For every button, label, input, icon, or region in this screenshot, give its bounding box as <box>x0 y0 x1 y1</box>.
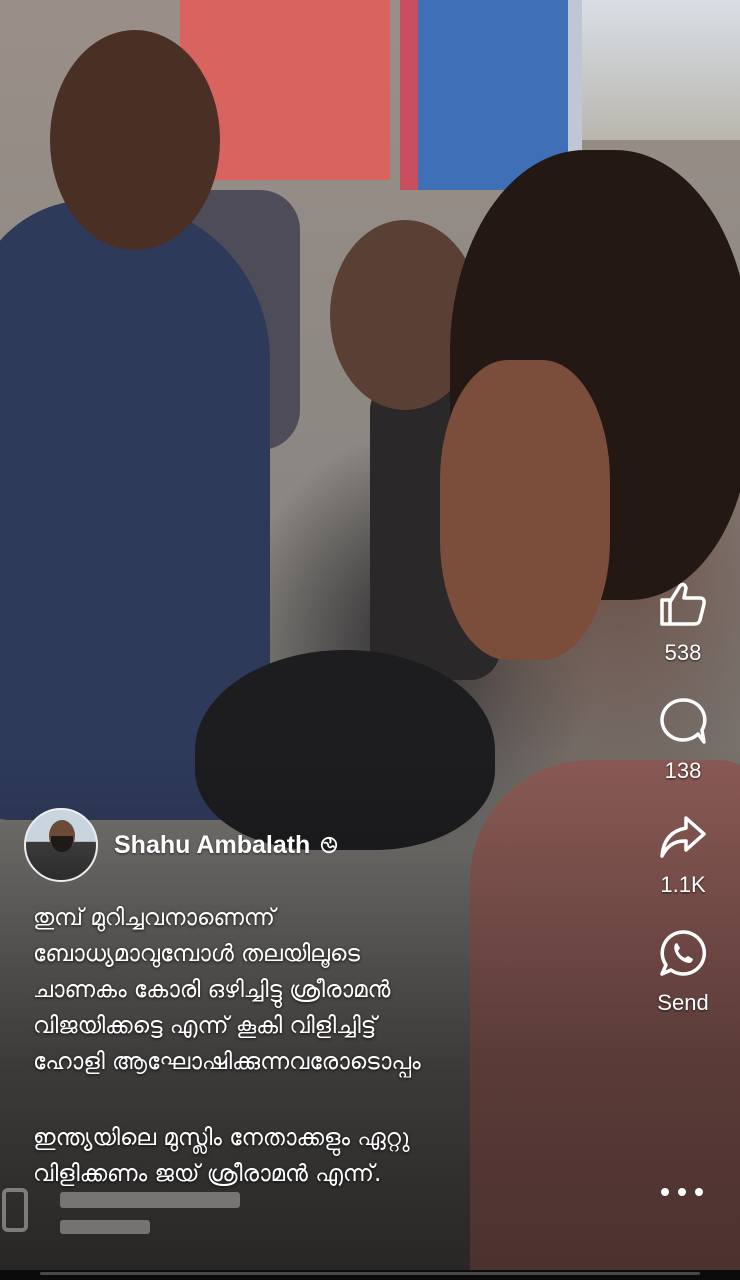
comment-icon <box>660 698 707 744</box>
post-caption[interactable]: തുമ്പ് മുറിച്ചവനാണെന്ന് ബോധ്യമാവുമ്പോൾ ത… <box>33 900 613 1192</box>
send-whatsapp-button[interactable]: Send <box>640 928 726 1016</box>
avatar-beard <box>51 836 73 852</box>
like-count: 538 <box>664 640 702 665</box>
caption-line: തുമ്പ് മുറിച്ചവനാണെന്ന് <box>33 905 275 931</box>
person-left-head <box>50 30 220 250</box>
thumbs-up-icon <box>660 582 706 626</box>
globe-icon <box>321 836 338 854</box>
background-sky <box>560 0 740 140</box>
comment-button[interactable]: 138 <box>640 696 726 784</box>
like-button[interactable]: 538 <box>640 580 726 666</box>
share-button[interactable]: 1.1K <box>640 814 726 898</box>
caption-line: ചാണകം കോരി ഒഴിച്ചിട്ടു ശ്രീരാമൻ <box>33 977 391 1003</box>
share-icon <box>660 816 706 858</box>
send-label: Send <box>657 990 709 1015</box>
caption-line: ഹോളി ആഘോഷിക്കുന്നവരോടൊപ്പം <box>33 1049 421 1075</box>
caption-line: ബോധ്യമാവുമ്പോൾ തലയിലൂടെ <box>33 941 360 967</box>
avatar[interactable] <box>24 808 98 882</box>
caption-line: ഇന്ത്യയിലെ മുസ്ലിം നേതാക്കളും ഏറ്റു <box>33 1125 410 1151</box>
share-count: 1.1K <box>660 872 706 897</box>
whatsapp-icon <box>660 930 707 976</box>
post-author[interactable]: Shahu Ambalath <box>24 808 338 882</box>
comment-count: 138 <box>664 758 702 783</box>
video-progress-bar[interactable] <box>40 1272 700 1275</box>
caption-line: വിജയിക്കട്ടെ എന്ന് കൂകി വിളിച്ചിട്ട് <box>33 1013 377 1039</box>
action-rail: 538 138 1.1K Send <box>640 580 726 1046</box>
more-horizontal-icon[interactable] <box>657 1182 707 1202</box>
caption-line: വിളിക്കണം ജയ് ശ്രീരാമൻ എന്ന്. <box>33 1161 382 1187</box>
person-right-face <box>440 360 610 660</box>
author-name[interactable]: Shahu Ambalath <box>114 831 310 860</box>
caption-gap <box>33 1080 613 1120</box>
